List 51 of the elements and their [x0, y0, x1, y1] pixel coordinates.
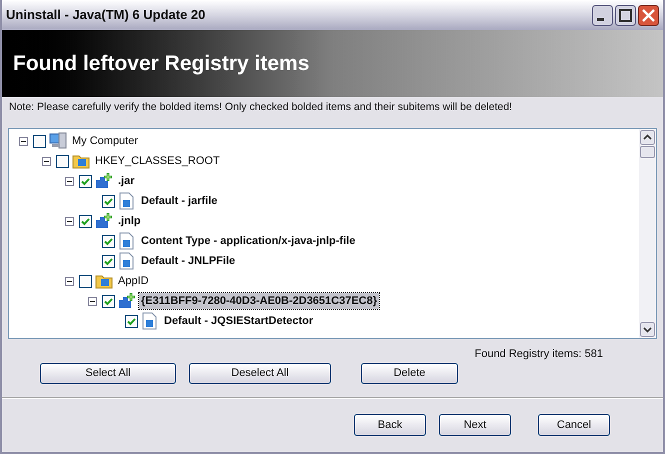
close-button[interactable]	[638, 4, 659, 26]
document-icon	[118, 232, 136, 250]
tree-item[interactable]: Default - jarfile	[139, 192, 220, 210]
checkbox[interactable]	[56, 154, 69, 168]
deselect-all-button[interactable]: Deselect All	[189, 363, 331, 384]
maximize-button[interactable]	[615, 4, 636, 26]
puzzle-plus-icon	[118, 292, 136, 310]
document-icon	[118, 192, 136, 210]
checkbox[interactable]	[102, 254, 115, 268]
checkbox[interactable]	[79, 174, 92, 188]
scroll-down-button[interactable]	[640, 322, 655, 337]
checkbox[interactable]	[125, 314, 138, 328]
select-all-button[interactable]: Select All	[40, 363, 176, 384]
computer-icon	[49, 132, 67, 150]
scroll-thumb[interactable]	[640, 146, 655, 158]
collapse-icon[interactable]	[42, 156, 51, 166]
puzzle-plus-icon	[95, 212, 113, 230]
document-icon	[118, 252, 136, 270]
header-title: Found leftover Registry items	[13, 50, 310, 77]
minimize-button[interactable]	[592, 4, 613, 26]
window-title: Uninstall - Java(TM) 6 Update 20	[6, 6, 206, 24]
document-icon	[141, 312, 159, 330]
collapse-icon[interactable]	[88, 296, 97, 306]
collapse-icon[interactable]	[65, 176, 74, 186]
puzzle-plus-icon	[95, 172, 113, 190]
collapse-icon[interactable]	[65, 276, 74, 286]
delete-button[interactable]: Delete	[361, 363, 458, 384]
tree-item[interactable]: My Computer	[70, 132, 140, 150]
tree-item[interactable]: Content Type - application/x-java-jnlp-file	[139, 232, 358, 250]
scroll-up-button[interactable]	[640, 130, 655, 145]
checkbox[interactable]	[79, 214, 92, 228]
tree-item[interactable]: Default - JQSIEStartDetector	[162, 312, 316, 330]
scrollbar[interactable]	[639, 129, 656, 338]
tree-item[interactable]: {E311BFF9-7280-40D3-AE0B-2D3651C37EC8}	[139, 292, 380, 310]
tree-item[interactable]: AppID	[116, 272, 151, 290]
checkbox[interactable]	[102, 234, 115, 248]
checkbox[interactable]	[102, 194, 115, 208]
next-button[interactable]: Next	[439, 414, 511, 436]
checkbox[interactable]	[33, 134, 46, 148]
checkbox[interactable]	[79, 274, 92, 288]
collapse-icon[interactable]	[65, 216, 74, 226]
tree-item[interactable]: .jnlp	[116, 212, 143, 230]
collapse-icon[interactable]	[19, 136, 28, 146]
tree-item[interactable]: Default - JNLPFile	[139, 252, 238, 270]
note-text: Note: Please carefully verify the bolded items! Only checked bolded items and their subitems will be deleted!	[8, 100, 514, 115]
tree-item[interactable]: HKEY_CLASSES_ROOT	[93, 152, 222, 170]
cancel-button[interactable]: Cancel	[538, 414, 610, 436]
back-button[interactable]: Back	[354, 414, 426, 436]
tree-item[interactable]: .jar	[116, 172, 137, 190]
checkbox[interactable]	[102, 294, 115, 308]
found-count: Found Registry items: 581	[474, 347, 603, 362]
